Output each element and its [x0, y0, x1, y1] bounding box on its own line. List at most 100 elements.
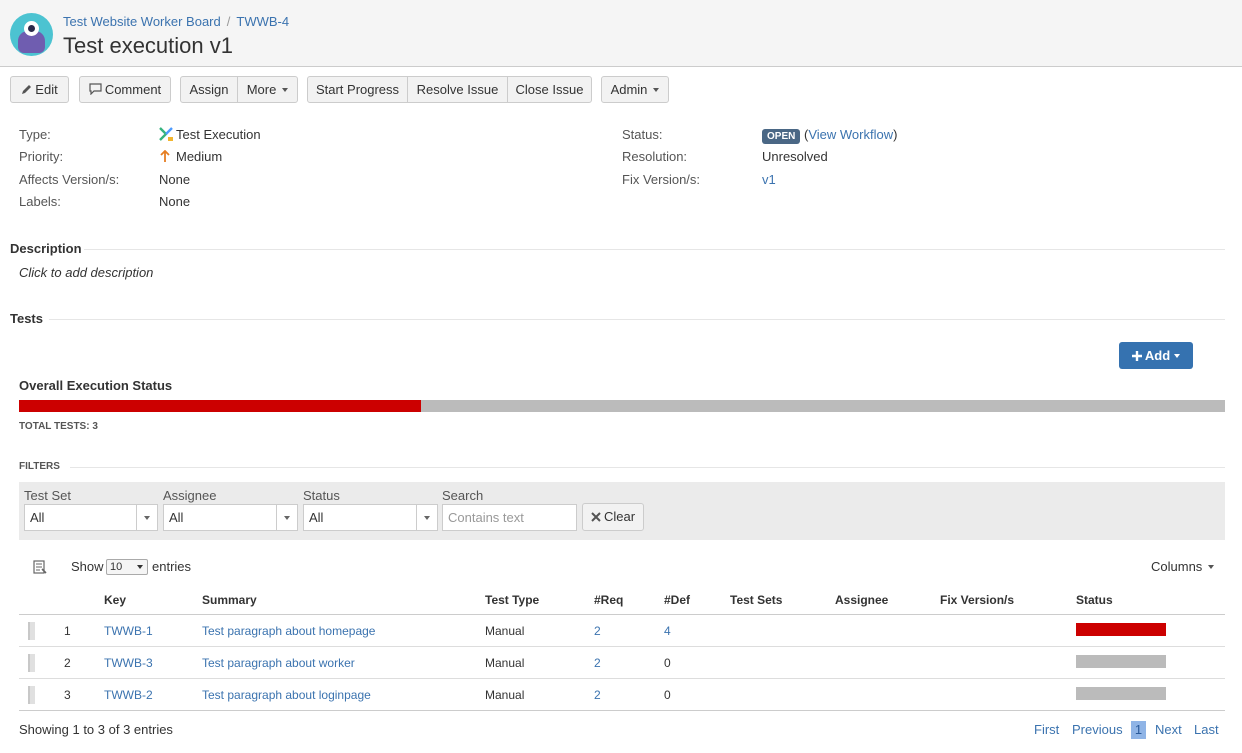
- req-count-link[interactable]: 2: [594, 656, 601, 670]
- page-title: Test execution v1: [63, 33, 233, 58]
- workflow-group: Start Progress Resolve Issue Close Issue: [307, 76, 592, 103]
- column-header-fix-version[interactable]: Fix Version/s: [940, 593, 1014, 607]
- def-count-value: 0: [664, 688, 671, 702]
- resolution-label: Resolution:: [622, 149, 688, 164]
- drag-handle[interactable]: [28, 686, 35, 704]
- pager-previous[interactable]: Previous: [1072, 722, 1123, 737]
- columns-button[interactable]: Columns: [1151, 559, 1215, 574]
- close-issue-button[interactable]: Close Issue: [508, 77, 591, 102]
- test-set-filter-select[interactable]: All: [24, 504, 158, 531]
- filters-divider: [70, 467, 1225, 468]
- plus-icon: [1131, 351, 1142, 361]
- start-progress-button[interactable]: Start Progress: [308, 77, 408, 102]
- view-workflow-link[interactable]: View Workflow: [808, 127, 893, 142]
- assign-button[interactable]: Assign: [181, 77, 238, 102]
- fix-version-label: Fix Version/s:: [622, 172, 701, 187]
- column-header-req[interactable]: #Req: [594, 593, 623, 607]
- add-label: Add: [1144, 348, 1171, 363]
- affects-version-label: Affects Version/s:: [19, 172, 120, 187]
- status-filter-select[interactable]: All: [303, 504, 438, 531]
- type-value: Test Execution: [159, 127, 261, 142]
- chevron-down-icon: [282, 87, 289, 92]
- page-size-select[interactable]: 10: [106, 559, 148, 575]
- row-rank: 2: [64, 656, 71, 670]
- req-count-link[interactable]: 2: [594, 624, 601, 638]
- avatar-eye: [24, 21, 39, 36]
- status-filter-label: Status: [303, 488, 340, 503]
- search-input[interactable]: [442, 504, 577, 531]
- labels-value: None: [159, 194, 191, 209]
- comment-button[interactable]: Comment: [79, 76, 171, 103]
- drag-handle[interactable]: [28, 654, 35, 672]
- column-header-summary[interactable]: Summary: [202, 593, 257, 607]
- req-count-link[interactable]: 2: [594, 688, 601, 702]
- table-bottom-divider: [19, 710, 1225, 711]
- overall-status-failed-segment: [19, 400, 421, 412]
- test-status-bar[interactable]: [1076, 655, 1166, 668]
- pencil-icon: [22, 85, 32, 94]
- pager-current-page[interactable]: 1: [1131, 721, 1146, 739]
- column-header-def[interactable]: #Def: [664, 593, 690, 607]
- column-header-test-type[interactable]: Test Type: [485, 593, 539, 607]
- add-tests-button[interactable]: Add: [1119, 342, 1193, 369]
- test-key-link[interactable]: TWWB-2: [104, 688, 153, 702]
- fix-version-link[interactable]: v1: [762, 172, 776, 187]
- chevron-down-icon: [1174, 353, 1181, 358]
- resolution-value: Unresolved: [762, 149, 828, 164]
- column-header-status[interactable]: Status: [1076, 593, 1113, 607]
- showing-entries-info: Showing 1 to 3 of 3 entries: [19, 722, 173, 737]
- test-summary-link[interactable]: Test paragraph about loginpage: [202, 688, 371, 702]
- chevron-down-icon: [1208, 564, 1215, 569]
- row-rank: 1: [64, 624, 71, 638]
- breadcrumb-issue-link[interactable]: TWWB-4: [236, 14, 289, 29]
- clear-filters-button[interactable]: Clear: [582, 503, 645, 531]
- column-header-test-sets[interactable]: Test Sets: [730, 593, 782, 607]
- columns-label: Columns: [1151, 559, 1203, 574]
- project-avatar[interactable]: [10, 13, 53, 56]
- arrow-up-icon: [160, 149, 170, 162]
- assignee-filter-select[interactable]: All: [163, 504, 298, 531]
- overall-status-heading: Overall Execution Status: [19, 378, 173, 393]
- row-divider: [19, 678, 1225, 679]
- test-summary-link[interactable]: Test paragraph about homepage: [202, 624, 375, 638]
- test-summary-link[interactable]: Test paragraph about worker: [202, 656, 355, 670]
- edit-button[interactable]: Edit: [10, 76, 69, 103]
- type-label: Type:: [19, 127, 51, 142]
- more-button[interactable]: More: [238, 77, 297, 102]
- priority-label: Priority:: [19, 149, 64, 164]
- test-key-link[interactable]: TWWB-1: [104, 624, 153, 638]
- test-status-bar[interactable]: [1076, 623, 1166, 636]
- header-divider: [19, 614, 1225, 615]
- test-type-value: Manual: [485, 688, 525, 702]
- breadcrumb: Test Website Worker Board / TWWB-4: [63, 14, 289, 29]
- test-type-value: Manual: [485, 624, 525, 638]
- pager-next[interactable]: Next: [1155, 722, 1182, 737]
- column-header-key[interactable]: Key: [104, 593, 126, 607]
- test-set-filter-label: Test Set: [24, 488, 71, 503]
- status-badge: OPEN: [762, 129, 801, 144]
- pager-first[interactable]: First: [1034, 722, 1059, 737]
- status-label: Status:: [622, 127, 663, 142]
- test-status-bar[interactable]: [1076, 687, 1166, 700]
- def-count-value: 0: [664, 656, 671, 670]
- edit-label: Edit: [35, 82, 58, 97]
- breadcrumb-separator: /: [226, 14, 231, 29]
- chevron-down-icon: [276, 505, 297, 530]
- show-entries-label: Show: [71, 559, 104, 574]
- export-icon[interactable]: [33, 560, 48, 575]
- page-size-value: 10: [110, 561, 123, 573]
- status-filter-value: All: [309, 510, 324, 525]
- def-count-link[interactable]: 4: [664, 624, 671, 638]
- pager-last[interactable]: Last: [1194, 722, 1219, 737]
- description-placeholder[interactable]: Click to add description: [19, 265, 153, 280]
- column-header-assignee[interactable]: Assignee: [835, 593, 888, 607]
- assignee-filter-label: Assignee: [163, 488, 217, 503]
- admin-button[interactable]: Admin: [601, 76, 669, 103]
- more-label: More: [246, 82, 277, 97]
- resolve-issue-button[interactable]: Resolve Issue: [408, 77, 508, 102]
- tests-divider: [49, 319, 1225, 320]
- test-key-link[interactable]: TWWB-3: [104, 656, 153, 670]
- affects-version-value: None: [159, 172, 191, 187]
- breadcrumb-project-link[interactable]: Test Website Worker Board: [63, 14, 221, 29]
- drag-handle[interactable]: [28, 622, 35, 640]
